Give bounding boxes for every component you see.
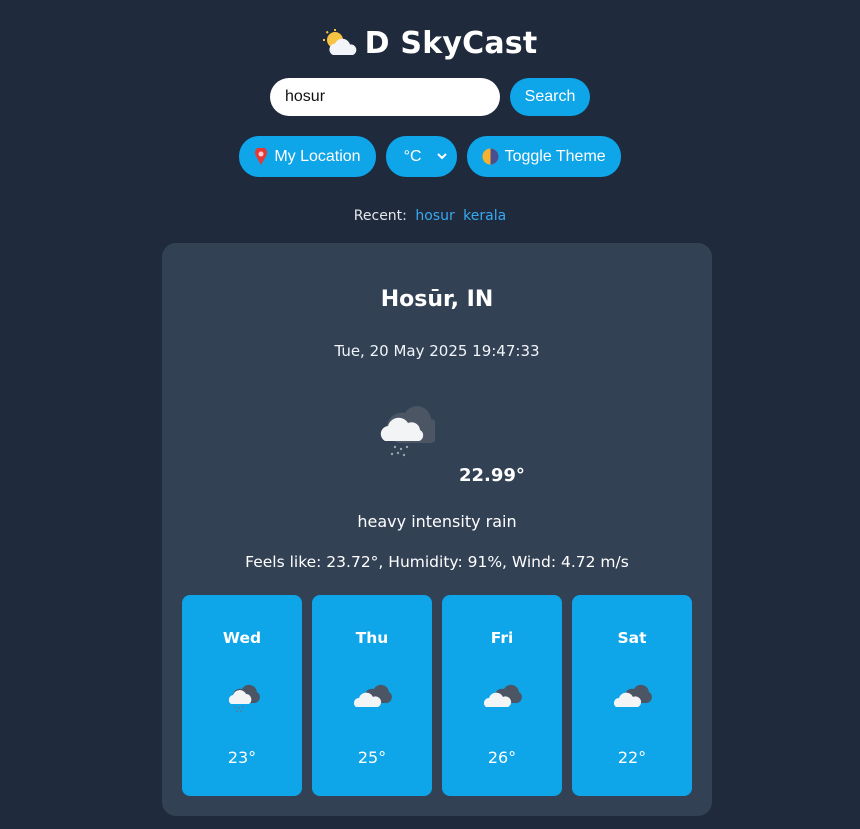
pin-icon [255, 147, 268, 165]
current-temperature: 22.99° [459, 465, 525, 486]
weather-description: heavy intensity rain [357, 512, 517, 531]
recent-link[interactable]: hosur [415, 208, 454, 224]
search-input[interactable] [270, 78, 500, 116]
recent-link[interactable]: kerala [463, 208, 506, 224]
current-datetime: Tue, 20 May 2025 19:47:33 [334, 342, 540, 360]
rain-cloud-icon [228, 684, 260, 713]
broken-clouds-icon [354, 684, 392, 707]
toggle-theme-label: Toggle Theme [504, 147, 606, 165]
forecast-day: Fri [490, 629, 514, 647]
cloud-rain-night-icon [380, 406, 435, 457]
unit-select[interactable]: °C [385, 136, 457, 177]
search-bar: Search [0, 78, 860, 116]
forecast-day: Thu [355, 629, 389, 647]
sun-behind-cloud-icon [322, 28, 357, 55]
toggle-theme-button[interactable]: Toggle Theme [466, 136, 621, 177]
unit-select-value: °C [403, 147, 422, 165]
forecast-day: Sat [617, 629, 647, 647]
my-location-button[interactable]: My Location [239, 136, 376, 177]
half-moon-icon [482, 148, 499, 165]
app-title: D SkyCast [364, 26, 538, 61]
forecast-temp: 26° [487, 748, 517, 767]
forecast-list: Wed 23° Thu 25° Fri 26° Sat 22° [182, 595, 692, 796]
forecast-temp: 22° [617, 748, 647, 767]
chevron-down-icon [436, 153, 447, 160]
forecast-card: Fri 26° [442, 595, 562, 796]
broken-clouds-icon [484, 684, 522, 707]
weather-details: Feels like: 23.72°, Humidity: 91%, Wind:… [245, 553, 629, 571]
city-name: Hosūr, IN [380, 287, 494, 312]
recent-label: Recent: [353, 208, 407, 224]
forecast-card: Sat 22° [572, 595, 692, 796]
forecast-temp: 23° [227, 748, 257, 767]
my-location-label: My Location [274, 147, 361, 165]
forecast-card: Thu 25° [312, 595, 432, 796]
forecast-day: Wed [222, 629, 262, 647]
app-header: D SkyCast [0, 26, 860, 61]
controls-row: My Location °C Toggle Theme [0, 136, 860, 177]
broken-clouds-icon [614, 684, 652, 707]
current-weather-card: Hosūr, IN Tue, 20 May 2025 19:47:33 22.9… [162, 243, 712, 816]
recent-searches: Recent: hosur kerala [0, 208, 860, 224]
forecast-card: Wed 23° [182, 595, 302, 796]
forecast-temp: 25° [357, 748, 387, 767]
search-button[interactable]: Search [510, 78, 590, 116]
